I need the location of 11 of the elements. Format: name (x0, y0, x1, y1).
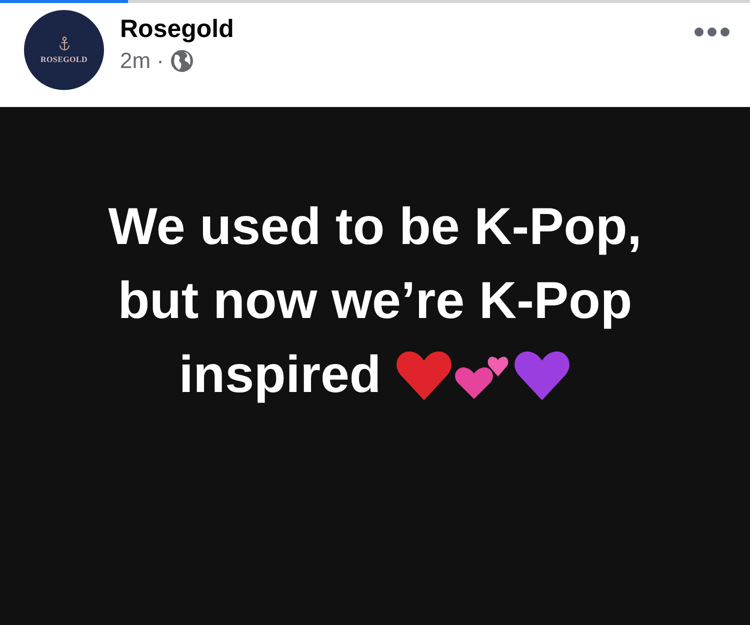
status-text: but now we’re K-Pop (118, 271, 632, 332)
author-name[interactable]: Rosegold (120, 15, 694, 44)
status-text: We used to be K-Pop, (108, 197, 642, 258)
anchor-icon (58, 36, 70, 52)
separator-dot: · (156, 48, 164, 74)
status-text: inspired (178, 345, 382, 406)
more-options-icon[interactable] (694, 27, 730, 37)
page-avatar[interactable]: ROSEGOLD (24, 10, 104, 90)
post-time[interactable]: 2m (120, 48, 151, 74)
logo-text: ROSEGOLD (40, 55, 88, 64)
globe-icon (170, 49, 194, 73)
